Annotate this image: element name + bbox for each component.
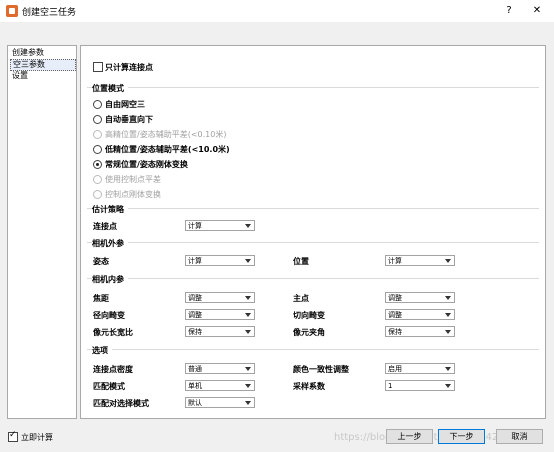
tangential-label: 切向畸变	[293, 311, 325, 320]
chevron-down-icon	[445, 367, 451, 371]
option-control-points-rigid: 控制点刚体变换	[105, 190, 161, 199]
tie-points-value: 计算	[188, 222, 202, 230]
rotation-label: 姿态	[93, 257, 109, 266]
compute-now-checkbox[interactable]	[8, 430, 18, 442]
sampling-select[interactable]: 1	[385, 380, 455, 391]
content-panel: 只计算连接点 位置模式 自由网空三 自动垂直向下 高精位置/姿态辅助平差(<0.…	[80, 45, 546, 419]
option-control-points-adjust: 使用控制点平差	[105, 175, 161, 184]
compute-now-label: 立即计算	[21, 433, 53, 442]
section-position-mode: 位置模式	[92, 83, 128, 94]
nav-item-create-params[interactable]: 创建参数	[10, 48, 74, 58]
pair-mode-value: 默认	[188, 399, 202, 407]
aspect-value: 保持	[188, 328, 202, 336]
chevron-down-icon	[245, 401, 251, 405]
chevron-down-icon	[245, 384, 251, 388]
only-tie-points-label: 只计算连接点	[105, 63, 153, 72]
chevron-down-icon	[445, 384, 451, 388]
only-tie-points-checkbox[interactable]	[93, 62, 103, 72]
principal-select[interactable]: 调整	[385, 292, 455, 303]
chevron-down-icon	[245, 259, 251, 263]
principal-label: 主点	[293, 294, 309, 303]
chevron-down-icon	[445, 313, 451, 317]
tie-points-label: 连接点	[93, 222, 117, 231]
radio-high-precision	[93, 130, 102, 139]
divider	[87, 349, 539, 350]
option-high-precision: 高精位置/姿态辅助平差(<0.10米)	[105, 130, 227, 139]
divider	[87, 87, 539, 88]
sampling-label: 采样系数	[293, 382, 325, 391]
match-mode-select[interactable]: 单机	[185, 380, 255, 391]
tie-points-select[interactable]: 计算	[185, 220, 255, 231]
radio-control-points-rigid	[93, 190, 102, 199]
position-value: 计算	[388, 257, 402, 265]
radio-free-network[interactable]	[93, 100, 102, 109]
window-title: 创建空三任务	[22, 8, 77, 18]
section-options: 选项	[92, 345, 112, 356]
focal-label: 焦距	[93, 294, 109, 303]
chevron-down-icon	[245, 224, 251, 228]
color-adjust-value: 启用	[388, 365, 402, 373]
next-button[interactable]: 下一步	[438, 429, 485, 444]
pair-mode-select[interactable]: 默认	[185, 397, 255, 408]
title-bar: 创建空三任务 ? ✕	[0, 0, 554, 23]
divider	[87, 208, 539, 209]
cancel-button[interactable]: 取消	[496, 429, 543, 444]
principal-value: 调整	[388, 294, 402, 302]
match-mode-value: 单机	[188, 382, 202, 390]
nav-item-settings[interactable]: 设置	[10, 71, 74, 81]
rotation-select[interactable]: 计算	[185, 255, 255, 266]
section-intrinsics: 相机内参	[92, 274, 128, 285]
density-value: 普通	[188, 365, 202, 373]
chevron-down-icon	[245, 296, 251, 300]
nav-item-at-params[interactable]: 空三参数	[10, 59, 76, 71]
skew-label: 像元夹角	[293, 328, 325, 337]
chevron-down-icon	[445, 296, 451, 300]
color-adjust-label: 颜色一致性调整	[293, 365, 349, 374]
option-rigid-transform: 常规位置/姿态刚体变换	[105, 160, 188, 169]
divider	[87, 278, 539, 279]
radio-rigid-transform[interactable]	[93, 160, 102, 169]
aspect-label: 像元长宽比	[93, 328, 133, 337]
radio-low-precision[interactable]	[93, 145, 102, 154]
section-estimation: 估计策略	[92, 204, 128, 215]
prev-button[interactable]: 上一步	[386, 429, 433, 444]
focal-value: 调整	[188, 294, 202, 302]
chevron-down-icon	[245, 330, 251, 334]
radio-control-points-adjust	[93, 175, 102, 184]
radial-select[interactable]: 调整	[185, 309, 255, 320]
close-button[interactable]: ✕	[528, 3, 546, 19]
position-select[interactable]: 计算	[385, 255, 455, 266]
tangential-value: 调整	[388, 311, 402, 319]
color-adjust-select[interactable]: 启用	[385, 363, 455, 374]
radial-label: 径向畸变	[93, 311, 125, 320]
density-label: 连接点密度	[93, 365, 133, 374]
radio-auto-vertical[interactable]	[93, 115, 102, 124]
radial-value: 调整	[188, 311, 202, 319]
skew-value: 保持	[388, 328, 402, 336]
chevron-down-icon	[445, 330, 451, 334]
nav-list: 创建参数 空三参数 设置	[7, 45, 77, 419]
sampling-value: 1	[388, 382, 393, 390]
focal-select[interactable]: 调整	[185, 292, 255, 303]
tangential-select[interactable]: 调整	[385, 309, 455, 320]
divider	[87, 242, 539, 243]
density-select[interactable]: 普通	[185, 363, 255, 374]
position-label: 位置	[293, 257, 309, 266]
match-mode-label: 匹配模式	[93, 382, 125, 391]
aspect-select[interactable]: 保持	[185, 326, 255, 337]
help-button[interactable]: ?	[500, 3, 518, 19]
rotation-value: 计算	[188, 257, 202, 265]
option-low-precision: 低精位置/姿态辅助平差(<10.0米)	[105, 145, 230, 154]
app-logo-icon	[6, 5, 18, 17]
chevron-down-icon	[445, 259, 451, 263]
option-free-network: 自由网空三	[105, 100, 145, 109]
chevron-down-icon	[245, 313, 251, 317]
chevron-down-icon	[245, 367, 251, 371]
option-auto-vertical: 自动垂直向下	[105, 115, 153, 124]
skew-select[interactable]: 保持	[385, 326, 455, 337]
section-extrinsics: 相机外参	[92, 238, 128, 249]
pair-mode-label: 匹配对选择模式	[93, 399, 149, 408]
